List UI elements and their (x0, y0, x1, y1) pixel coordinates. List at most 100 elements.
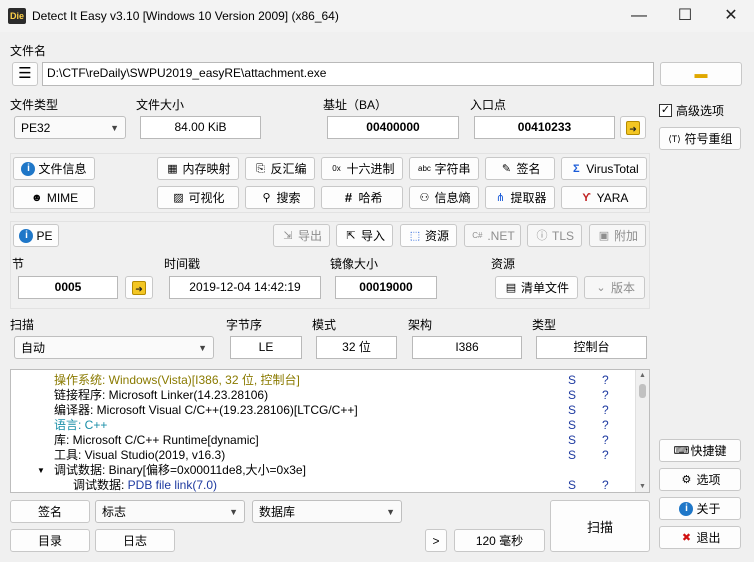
version-button[interactable]: ⌄ 版本 (584, 276, 645, 299)
flags-select[interactable]: 标志 ▼ (95, 500, 245, 523)
menu-button[interactable]: ☰ (12, 62, 38, 86)
tls-icon: ⓘ (536, 229, 548, 242)
result-info-link[interactable]: ? (602, 373, 609, 388)
scroll-up-icon[interactable]: ▲ (636, 372, 649, 379)
virustotal-button[interactable]: Σ VirusTotal (561, 157, 647, 180)
mime-label: MIME (46, 190, 79, 205)
hex-label: 十六进制 (346, 162, 395, 176)
result-value: C++ (84, 418, 108, 432)
result-key: 操作系统: (54, 373, 109, 387)
database-select[interactable]: 数据库 ▼ (252, 500, 402, 523)
result-row[interactable]: 操作系统: Windows(Vista)[I386, 32 位, 控制台] S? (11, 373, 636, 388)
chevron-down-icon: ▼ (198, 342, 207, 353)
result-value: Binary[偏移=0x00011de8,大小=0x3e] (108, 463, 306, 477)
result-info-link[interactable]: ? (602, 418, 609, 433)
minimize-button[interactable]: — (616, 0, 662, 32)
yara-button[interactable]: ϒ YARA (561, 186, 647, 209)
options-button[interactable]: ⚙ 选项 (659, 468, 741, 491)
about-button[interactable]: i 关于 (659, 497, 741, 520)
result-row[interactable]: 工具: Visual Studio(2019, v16.3) S? (11, 448, 636, 463)
scan-results-list[interactable]: 操作系统: Windows(Vista)[I386, 32 位, 控制台] S? 链… (10, 369, 650, 493)
symbol-demangle-button[interactable]: ⟨T⟩ 符号重组 (659, 127, 741, 150)
visualize-button[interactable]: ▨ 可视化 (157, 186, 239, 209)
manifest-button[interactable]: ▤ 清单文件 (495, 276, 578, 299)
shortcuts-button[interactable]: ⌨ 快捷键 (659, 439, 741, 462)
scroll-thumb[interactable] (639, 384, 646, 398)
resource-button[interactable]: ⬚ 资源 (400, 224, 457, 247)
result-info-link[interactable]: ? (602, 478, 609, 492)
vertical-scrollbar[interactable]: ▲ ▼ (635, 370, 649, 492)
result-row[interactable]: 调试数据: PDB file link(7.0) S? (11, 478, 636, 492)
image-size-value: 00019000 (335, 276, 437, 299)
export-icon: ⇲ (283, 229, 293, 242)
extractor-button[interactable]: ⋔ 提取器 (485, 186, 555, 209)
close-button[interactable]: ✕ (708, 0, 754, 32)
mime-button[interactable]: ☻ MIME (13, 186, 95, 209)
exit-button[interactable]: ✖ 退出 (659, 526, 741, 549)
memory-chip-icon: ▦ (167, 162, 178, 175)
file-size-label: 文件大小 (136, 98, 185, 112)
result-row[interactable]: 语言: C++ S? (11, 418, 636, 433)
tls-button[interactable]: ⓘ TLS (527, 224, 582, 247)
entry-point-goto-button[interactable]: ➜ (620, 116, 646, 139)
result-value: Microsoft C/C++ Runtime[dynamic] (72, 433, 259, 447)
file-type-select[interactable]: PE32 ▼ (14, 116, 126, 139)
result-info-link[interactable]: ? (602, 388, 609, 403)
result-info-link[interactable]: ? (602, 448, 609, 463)
window-title: Detect It Easy v3.10 [Windows 10 Version… (32, 9, 339, 23)
version-label: 版本 (610, 281, 635, 295)
chevron-down-icon: ▼ (386, 506, 395, 517)
scan-button[interactable]: 扫描 (550, 500, 650, 552)
import-button[interactable]: ⇱ 导入 (336, 224, 393, 247)
pe-button[interactable]: i PE (13, 224, 59, 247)
signatures-button[interactable]: 签名 (10, 500, 90, 523)
hamburger-icon: ☰ (18, 65, 32, 82)
search-button[interactable]: ⚲ 搜索 (245, 186, 315, 209)
symbol-demangle-label: 符号重组 (684, 132, 733, 146)
strings-button[interactable]: abc 字符串 (409, 157, 479, 180)
result-status: S (568, 448, 577, 462)
more-button[interactable]: > (425, 529, 447, 552)
advanced-options-checkbox[interactable]: ✓ 高级选项 (659, 102, 724, 119)
result-row[interactable]: 编译器: Microsoft Visual C/C++(19.23.28106)… (11, 403, 636, 418)
maximize-button[interactable]: ☐ (662, 0, 708, 32)
open-file-button[interactable]: ▬ (660, 62, 742, 86)
hash-button[interactable]: # 哈希 (321, 186, 403, 209)
result-key: 调试数据: (73, 478, 128, 492)
section-goto-button[interactable]: ➜ (125, 276, 153, 299)
result-info-link[interactable]: ? (602, 403, 609, 418)
disassembly-button[interactable]: ⎘ 反汇编 (245, 157, 315, 180)
signature-button[interactable]: ✎ 签名 (485, 157, 555, 180)
directory-button[interactable]: 目录 (10, 529, 90, 552)
net-button[interactable]: C# .NET (464, 224, 521, 247)
file-info-label: 文件信息 (38, 162, 87, 176)
result-value: Microsoft Visual C/C++(19.23.28106)[LTCG… (96, 403, 358, 417)
overlay-button[interactable]: ▣ 附加 (589, 224, 646, 247)
scan-mode-select[interactable]: 自动 ▼ (14, 336, 214, 359)
scan-time-label: 120 毫秒 (454, 529, 545, 552)
scan-mode-value: 自动 (21, 341, 46, 355)
disassembly-label: 反汇编 (270, 162, 307, 176)
hex-button[interactable]: 0x 十六进制 (321, 157, 403, 180)
memory-map-button[interactable]: ▦ 内存映射 (157, 157, 239, 180)
chevron-down-icon: ▼ (229, 506, 238, 517)
file-info-button[interactable]: i 文件信息 (13, 157, 95, 180)
advanced-options-label: 高级选项 (676, 104, 725, 118)
result-row[interactable]: ▼ 调试数据: Binary[偏移=0x00011de8,大小=0x3e] (11, 463, 636, 478)
virustotal-icon: Σ (572, 162, 580, 175)
scroll-down-icon[interactable]: ▼ (636, 483, 649, 490)
net-icon: C# (472, 230, 483, 240)
result-row[interactable]: 库: Microsoft C/C++ Runtime[dynamic] S? (11, 433, 636, 448)
strings-label: 字符串 (434, 162, 471, 176)
export-button[interactable]: ⇲ 导出 (273, 224, 330, 247)
result-row[interactable]: 链接程序: Microsoft Linker(14.23.28106) S? (11, 388, 636, 403)
result-info-link[interactable]: ? (602, 433, 609, 448)
file-type-value: PE32 (21, 120, 51, 135)
expand-icon[interactable]: ▼ (37, 463, 45, 478)
log-button[interactable]: 日志 (95, 529, 175, 552)
info-icon: i (21, 161, 36, 176)
entropy-button[interactable]: ⚇ 信息熵 (409, 186, 479, 209)
demangle-icon: ⟨T⟩ (668, 133, 681, 144)
result-value: Windows(Vista)[I386, 32 位, 控制台] (108, 373, 300, 387)
file-path-input[interactable]: D:\CTF\reDaily\SWPU2019_easyRE\attachmen… (42, 62, 654, 86)
